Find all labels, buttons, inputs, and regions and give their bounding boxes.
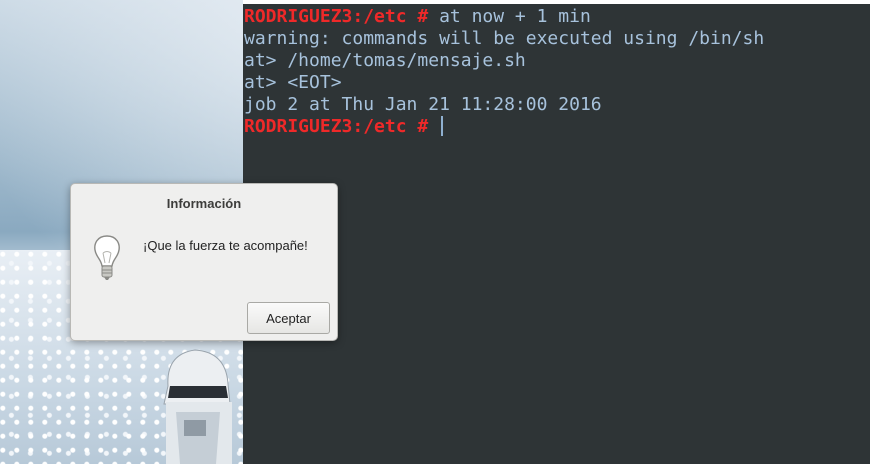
command-text: at now + 1 min [439,6,591,27]
shell-prompt: RODRIGUEZ3:/etc # [244,116,440,137]
snowtrooper-figure [163,349,232,464]
output-text: at> <EOT> [244,72,342,93]
terminal-line: warning: commands will be executed using… [244,28,870,50]
lightbulb-icon [94,235,120,280]
text-cursor [441,116,444,136]
dialog-message: ¡Que la fuerza te acompañe! [143,238,308,253]
accept-button[interactable]: Aceptar [247,302,330,334]
terminal-line: RODRIGUEZ3:/etc # [244,116,870,138]
terminal-line: job 2 at Thu Jan 21 11:28:00 2016 [244,94,870,116]
dialog-title: Información [166,196,242,211]
info-dialog: Información ¡Que la fuerza te acompañe! … [70,183,338,341]
output-text: warning: commands will be executed using… [244,28,765,49]
terminal-line: at> <EOT> [244,72,870,94]
shell-prompt: RODRIGUEZ3:/etc # [244,6,440,27]
output-text: at> /home/tomas/mensaje.sh [244,50,526,71]
output-text: job 2 at Thu Jan 21 11:28:00 2016 [244,94,602,115]
terminal-line: at> /home/tomas/mensaje.sh [244,50,870,72]
terminal-line: RODRIGUEZ3:/etc # at now + 1 min [244,6,870,28]
